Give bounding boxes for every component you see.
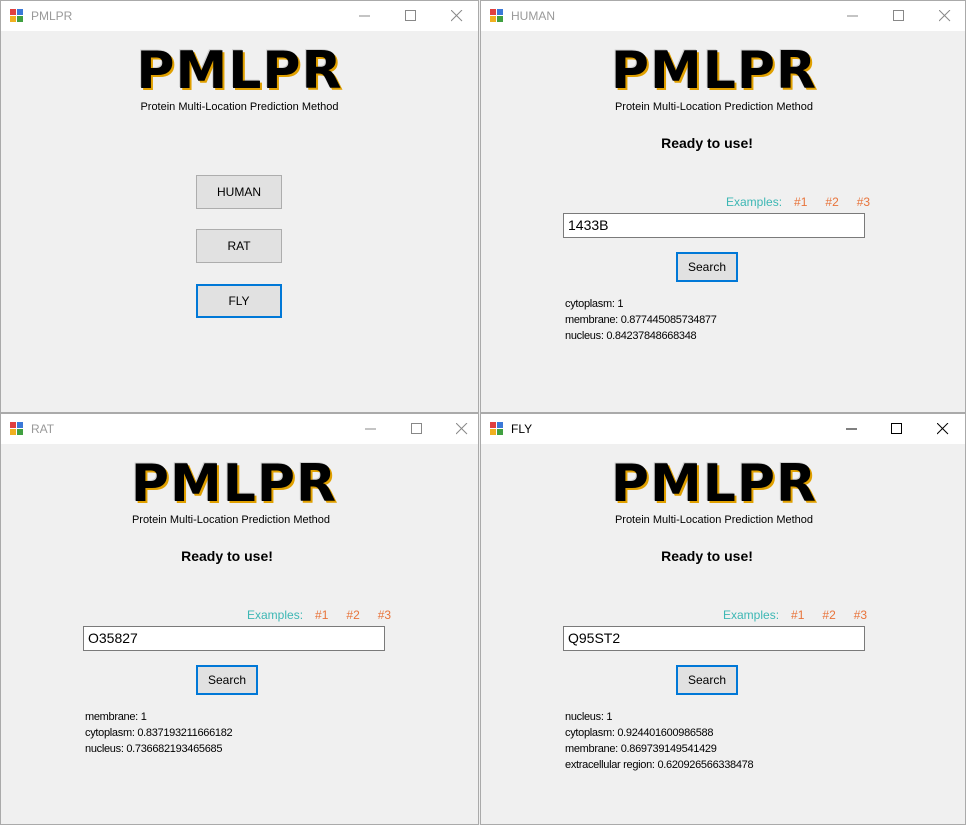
title-bar[interactable]: HUMAN — [481, 1, 965, 31]
result-line: nucleus: 0.736682193465685 — [85, 743, 223, 755]
status-text: Ready to use! — [181, 548, 273, 564]
window-title: HUMAN — [511, 9, 555, 23]
close-button[interactable] — [434, 1, 478, 31]
winforms-app-icon — [490, 9, 504, 23]
close-icon — [937, 423, 949, 435]
fly-button[interactable]: FLY — [196, 284, 282, 318]
maximize-icon — [405, 10, 416, 21]
example-link-2[interactable]: #2 — [822, 608, 835, 622]
human-button[interactable]: HUMAN — [196, 175, 282, 209]
maximize-button[interactable] — [388, 1, 434, 31]
search-button[interactable]: Search — [196, 665, 258, 695]
prediction-results: cytoplasm: 1 membrane: 0.877445085734877… — [565, 296, 717, 344]
example-link-1[interactable]: #1 — [791, 608, 804, 622]
examples-row: Examples: #1 #2 #3 — [726, 195, 888, 209]
maximize-button[interactable] — [874, 414, 920, 444]
rat-button[interactable]: RAT — [196, 229, 282, 263]
app-subtitle: Protein Multi-Location Prediction Method — [614, 101, 814, 113]
minimize-button[interactable] — [830, 1, 876, 31]
example-link-3[interactable]: #3 — [854, 608, 867, 622]
examples-label: Examples: — [247, 608, 304, 622]
examples-label: Examples: — [723, 608, 780, 622]
minimize-button[interactable] — [348, 414, 394, 444]
app-subtitle: Protein Multi-Location Prediction Method — [614, 514, 814, 526]
result-line: membrane: 1 — [85, 711, 147, 723]
example-link-1[interactable]: #1 — [794, 195, 807, 209]
result-line: extracellular region: 0.620926566338478 — [565, 759, 754, 771]
title-bar[interactable]: FLY — [481, 414, 965, 444]
human-window: HUMAN PMLPR Protein Multi-Location Predi… — [480, 0, 966, 413]
window-title: RAT — [31, 422, 55, 436]
maximize-icon — [893, 10, 904, 21]
status-text: Ready to use! — [661, 135, 753, 151]
result-line: cytoplasm: 0.924401600986588 — [565, 727, 714, 739]
minimize-icon — [846, 428, 857, 430]
result-line: cytoplasm: 0.837193211666182 — [85, 727, 233, 739]
close-button[interactable] — [922, 1, 965, 31]
winforms-app-icon — [490, 422, 504, 436]
pmlpr-logo: PMLPR — [610, 454, 818, 514]
maximize-button[interactable] — [394, 414, 440, 444]
title-bar[interactable]: PMLPR — [1, 1, 478, 31]
close-icon — [451, 10, 463, 22]
status-text: Ready to use! — [661, 548, 753, 564]
protein-id-input[interactable]: O35827 — [83, 626, 385, 651]
title-bar[interactable]: RAT — [1, 414, 478, 444]
app-subtitle: Protein Multi-Location Prediction Method — [131, 514, 331, 526]
pmlpr-logo: PMLPR — [130, 454, 338, 514]
window-title: PMLPR — [31, 9, 73, 23]
minimize-button[interactable] — [342, 1, 388, 31]
example-link-2[interactable]: #2 — [825, 195, 838, 209]
fly-window: FLY PMLPR Protein Multi-Location Predict… — [480, 413, 966, 825]
result-line: nucleus: 0.84237848668348 — [565, 330, 697, 342]
examples-label: Examples: — [726, 195, 783, 209]
prediction-results: nucleus: 1 cytoplasm: 0.924401600986588 … — [565, 709, 754, 773]
protein-id-input[interactable]: 1433B — [563, 213, 865, 238]
minimize-button[interactable] — [829, 414, 875, 444]
winforms-app-icon — [10, 9, 24, 23]
pmlpr-main-window: PMLPR PMLPR Protein Multi-Location Predi… — [0, 0, 479, 413]
maximize-icon — [411, 423, 422, 434]
example-link-2[interactable]: #2 — [346, 608, 359, 622]
example-link-1[interactable]: #1 — [315, 608, 328, 622]
minimize-icon — [359, 15, 370, 17]
pmlpr-logo: PMLPR — [136, 41, 343, 101]
example-link-3[interactable]: #3 — [857, 195, 870, 209]
result-line: membrane: 0.869739149541429 — [565, 743, 717, 755]
prediction-results: membrane: 1 cytoplasm: 0.837193211666182… — [85, 709, 233, 757]
examples-row: Examples: #1 #2 #3 — [723, 608, 885, 622]
close-icon — [939, 10, 951, 22]
examples-row: Examples: #1 #2 #3 — [247, 608, 409, 622]
maximize-button[interactable] — [876, 1, 922, 31]
close-icon — [456, 423, 468, 435]
minimize-icon — [847, 15, 858, 17]
app-subtitle: Protein Multi-Location Prediction Method — [140, 101, 339, 113]
result-line: cytoplasm: 1 — [565, 298, 624, 310]
result-line: membrane: 0.877445085734877 — [565, 314, 717, 326]
winforms-app-icon — [10, 422, 24, 436]
example-link-3[interactable]: #3 — [378, 608, 391, 622]
search-button[interactable]: Search — [676, 665, 738, 695]
minimize-icon — [365, 428, 376, 430]
search-button[interactable]: Search — [676, 252, 738, 282]
close-button[interactable] — [920, 414, 965, 444]
protein-id-input[interactable]: Q95ST2 — [563, 626, 865, 651]
window-title: FLY — [511, 422, 533, 436]
result-line: nucleus: 1 — [565, 711, 613, 723]
close-button[interactable] — [439, 414, 478, 444]
rat-window: RAT PMLPR Protein Multi-Location Predict… — [0, 413, 479, 825]
pmlpr-logo: PMLPR — [610, 41, 818, 101]
maximize-icon — [891, 423, 902, 434]
